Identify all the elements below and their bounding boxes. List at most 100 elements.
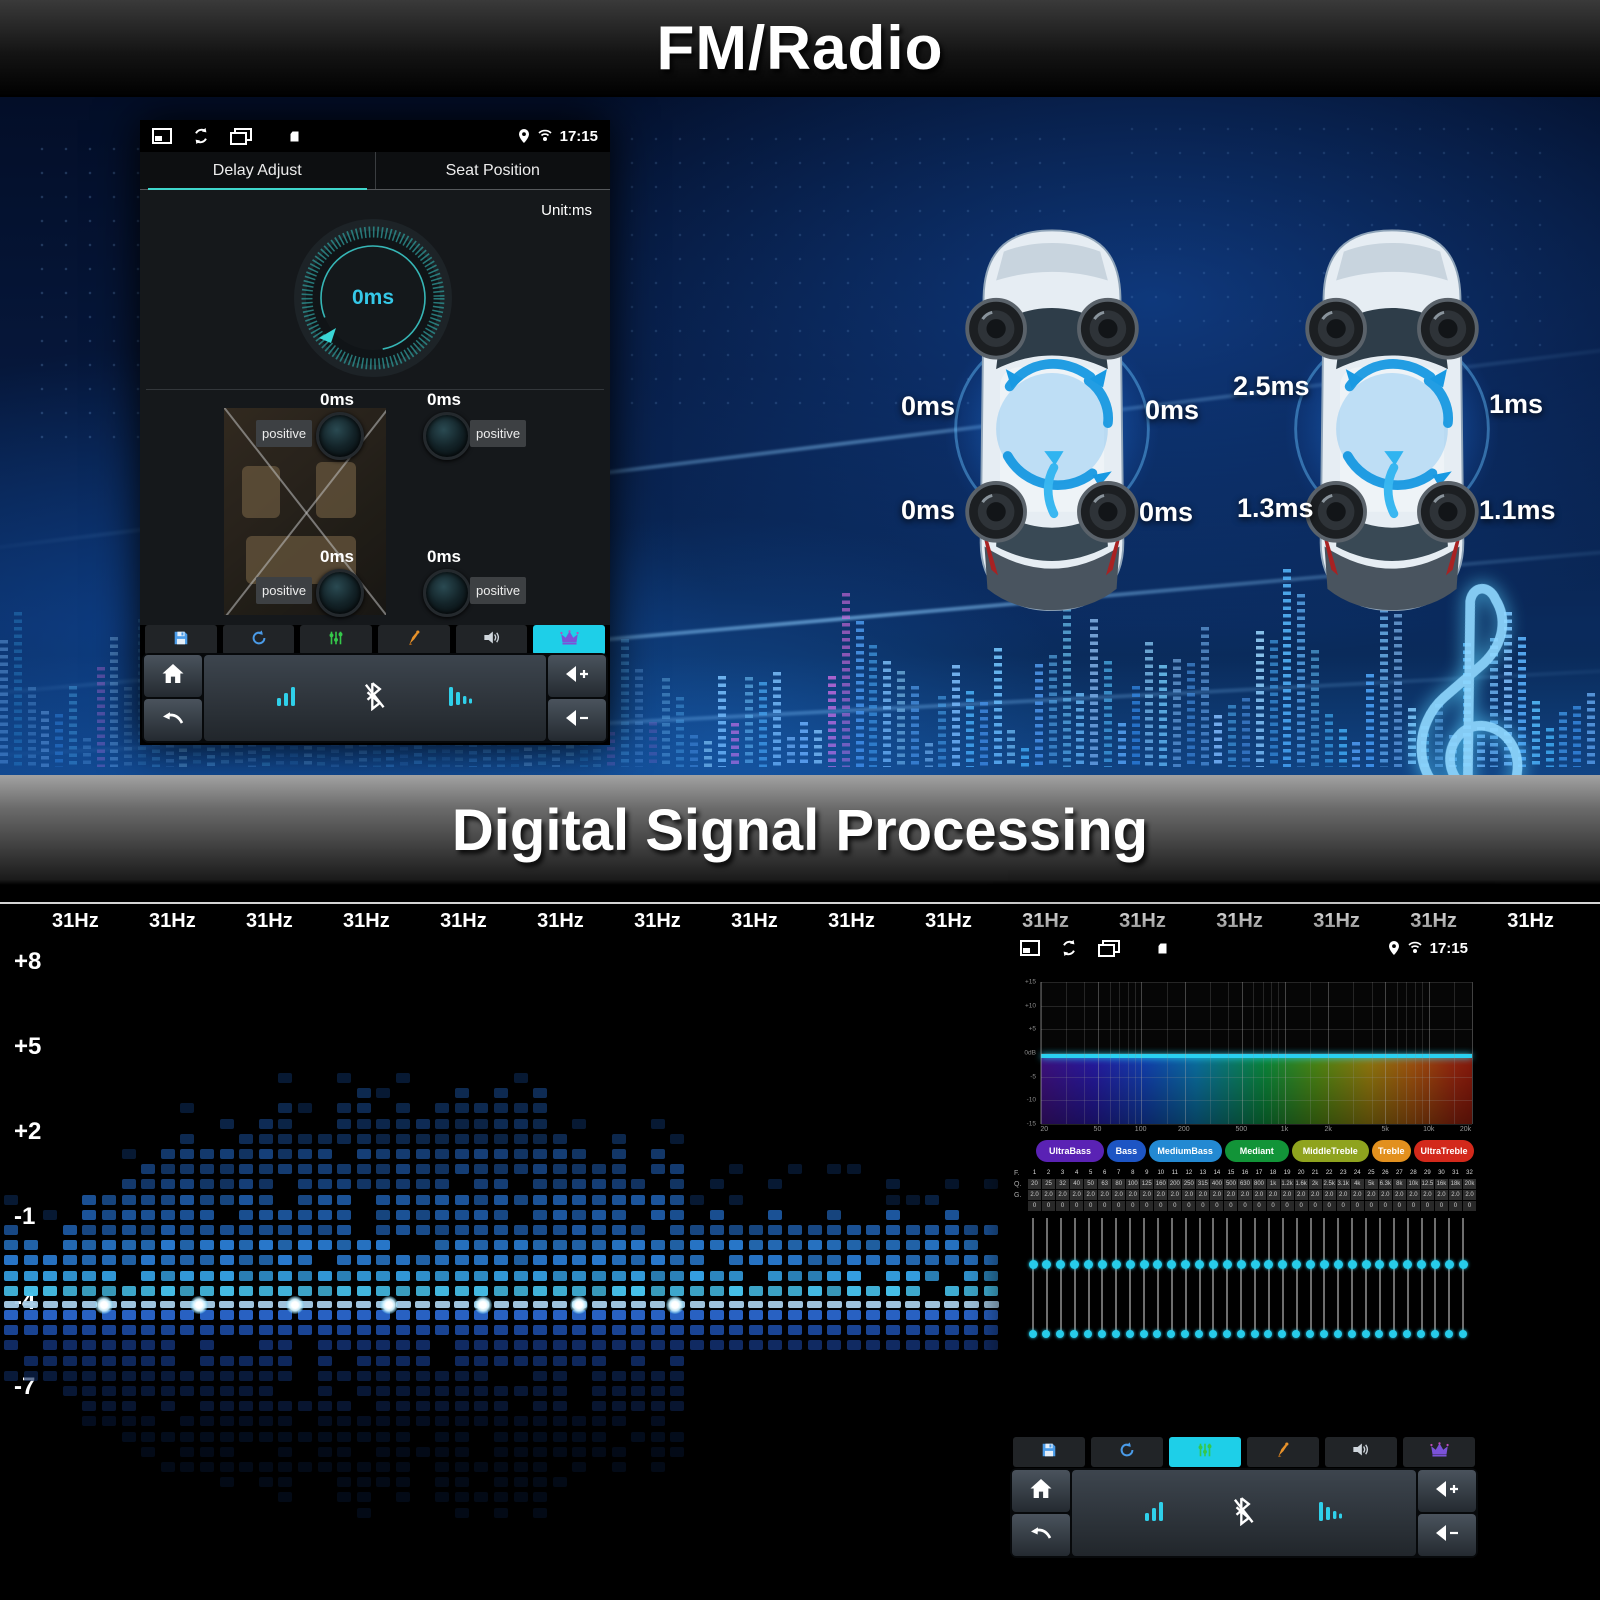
band-slider-handle[interactable] xyxy=(1458,1260,1468,1269)
band-slider-handle-2[interactable] xyxy=(1222,1330,1231,1338)
volume-up-button[interactable] xyxy=(548,655,606,697)
band-slider-track[interactable] xyxy=(1309,1218,1312,1332)
volume-down-button[interactable] xyxy=(1418,1514,1476,1556)
band-slider-handle-2[interactable] xyxy=(1250,1330,1259,1338)
band-slider-handle-2[interactable] xyxy=(1292,1330,1301,1338)
band-slider-handle-2[interactable] xyxy=(1278,1330,1287,1338)
band-slider-handle[interactable] xyxy=(1278,1260,1288,1269)
band-slider-handle[interactable] xyxy=(1153,1260,1163,1269)
band-slider-handle[interactable] xyxy=(1181,1260,1191,1269)
band-pill[interactable]: UltraTreble xyxy=(1414,1140,1474,1162)
toolbar-volume-button[interactable] xyxy=(455,625,528,655)
band-slider-handle[interactable] xyxy=(1208,1260,1218,1269)
band-slider-track[interactable] xyxy=(1073,1218,1076,1332)
eq-slider-handle[interactable] xyxy=(474,1296,492,1314)
speaker-icon[interactable] xyxy=(423,569,471,617)
band-slider-track[interactable] xyxy=(1281,1218,1284,1332)
band-slider-handle[interactable] xyxy=(1139,1260,1149,1269)
band-slider-handle-2[interactable] xyxy=(1139,1330,1148,1338)
band-slider-handle[interactable] xyxy=(1028,1260,1038,1269)
band-slider-track[interactable] xyxy=(1129,1218,1132,1332)
band-slider-handle-2[interactable] xyxy=(1375,1330,1384,1338)
band-slider-handle-2[interactable] xyxy=(1125,1330,1134,1338)
speaker-icon[interactable] xyxy=(316,412,364,460)
band-slider-track[interactable] xyxy=(1406,1218,1409,1332)
speaker-icon[interactable] xyxy=(316,569,364,617)
band-slider-track[interactable] xyxy=(1170,1218,1173,1332)
band-slider-handle-2[interactable] xyxy=(1167,1330,1176,1338)
band-slider-track[interactable] xyxy=(1032,1218,1034,1332)
band-slider-handle[interactable] xyxy=(1097,1260,1107,1269)
band-slider-handle-2[interactable] xyxy=(1056,1330,1065,1338)
band-slider-handle-2[interactable] xyxy=(1181,1330,1190,1338)
band-slider-handle[interactable] xyxy=(1167,1260,1177,1269)
band-pill[interactable]: Treble xyxy=(1371,1140,1411,1162)
toolbar-equalizer-button[interactable] xyxy=(300,625,373,655)
band-slider-track[interactable] xyxy=(1198,1218,1201,1332)
toolbar-save-button[interactable] xyxy=(1013,1437,1085,1467)
band-slider-handle[interactable] xyxy=(1042,1260,1052,1269)
phase-button-front-right[interactable]: positive xyxy=(470,420,526,447)
band-slider-handle-2[interactable] xyxy=(1111,1330,1120,1338)
band-slider-handle[interactable] xyxy=(1195,1260,1204,1269)
band-slider-handle-2[interactable] xyxy=(1319,1330,1328,1338)
band-slider-track[interactable] xyxy=(1226,1218,1229,1332)
band-slider-handle-2[interactable] xyxy=(1028,1330,1037,1338)
pip-icon[interactable] xyxy=(152,128,172,144)
band-slider-track[interactable] xyxy=(1059,1218,1062,1332)
toolbar-equalizer-button[interactable] xyxy=(1169,1437,1241,1467)
toolbar-volume-button[interactable] xyxy=(1325,1437,1397,1467)
pip-icon[interactable] xyxy=(1020,940,1040,956)
eq-slider-handle[interactable] xyxy=(190,1296,208,1314)
phase-button-front-left[interactable]: positive xyxy=(256,420,312,447)
toolbar-reset-button[interactable] xyxy=(1091,1437,1163,1467)
sync-icon[interactable] xyxy=(1060,939,1078,957)
volume-down-button[interactable] xyxy=(548,699,606,741)
band-slider-handle[interactable] xyxy=(1264,1260,1274,1269)
band-slider-handle-2[interactable] xyxy=(1084,1330,1092,1338)
eq-slider-handle[interactable] xyxy=(286,1296,304,1314)
speaker-icon[interactable] xyxy=(423,412,471,460)
back-button[interactable] xyxy=(144,699,202,741)
sync-icon[interactable] xyxy=(192,127,210,145)
band-slider-track[interactable] xyxy=(1337,1218,1340,1332)
band-slider-track[interactable] xyxy=(1045,1218,1048,1332)
band-slider-handle[interactable] xyxy=(1292,1260,1302,1269)
band-slider-track[interactable] xyxy=(1392,1218,1395,1332)
band-slider-track[interactable] xyxy=(1448,1218,1451,1332)
band-slider-handle[interactable] xyxy=(1375,1260,1385,1269)
band-slider-track[interactable] xyxy=(1351,1218,1354,1332)
band-slider-handle-2[interactable] xyxy=(1042,1330,1051,1338)
band-slider-track[interactable] xyxy=(1143,1218,1145,1332)
band-pill[interactable]: MediumBass xyxy=(1148,1140,1222,1162)
band-slider-track[interactable] xyxy=(1087,1218,1090,1332)
band-pill[interactable]: Bass xyxy=(1106,1140,1146,1162)
band-pill[interactable]: UltraBass xyxy=(1036,1140,1104,1162)
band-slider-handle[interactable] xyxy=(1125,1260,1135,1269)
band-slider-handle-2[interactable] xyxy=(1208,1330,1217,1338)
band-slider-handle[interactable] xyxy=(1389,1260,1399,1269)
band-slider-track[interactable] xyxy=(1420,1218,1423,1332)
band-slider-handle-2[interactable] xyxy=(1264,1330,1273,1338)
band-slider-track[interactable] xyxy=(1323,1218,1326,1332)
band-slider-handle[interactable] xyxy=(1333,1260,1343,1269)
band-slider-track[interactable] xyxy=(1254,1218,1256,1332)
eq-slider-handle[interactable] xyxy=(95,1296,113,1314)
band-slider-handle[interactable] xyxy=(1403,1260,1413,1269)
band-slider-handle-2[interactable] xyxy=(1097,1330,1106,1338)
band-slider-handle[interactable] xyxy=(1222,1260,1232,1269)
band-slider-handle[interactable] xyxy=(1111,1260,1121,1269)
band-slider-handle-2[interactable] xyxy=(1306,1330,1314,1338)
band-slider-track[interactable] xyxy=(1184,1218,1187,1332)
toolbar-reset-button[interactable] xyxy=(222,625,295,655)
band-slider-handle[interactable] xyxy=(1347,1260,1357,1269)
toolbar-effects-button[interactable] xyxy=(1247,1437,1319,1467)
back-button[interactable] xyxy=(1012,1514,1070,1556)
recent-apps-icon[interactable] xyxy=(230,127,252,145)
band-slider-handle-2[interactable] xyxy=(1417,1330,1425,1338)
band-slider-track[interactable] xyxy=(1462,1218,1465,1332)
band-slider-track[interactable] xyxy=(1115,1218,1118,1332)
phase-button-rear-right[interactable]: positive xyxy=(470,577,526,604)
band-slider-track[interactable] xyxy=(1295,1218,1298,1332)
band-slider-track[interactable] xyxy=(1240,1218,1243,1332)
